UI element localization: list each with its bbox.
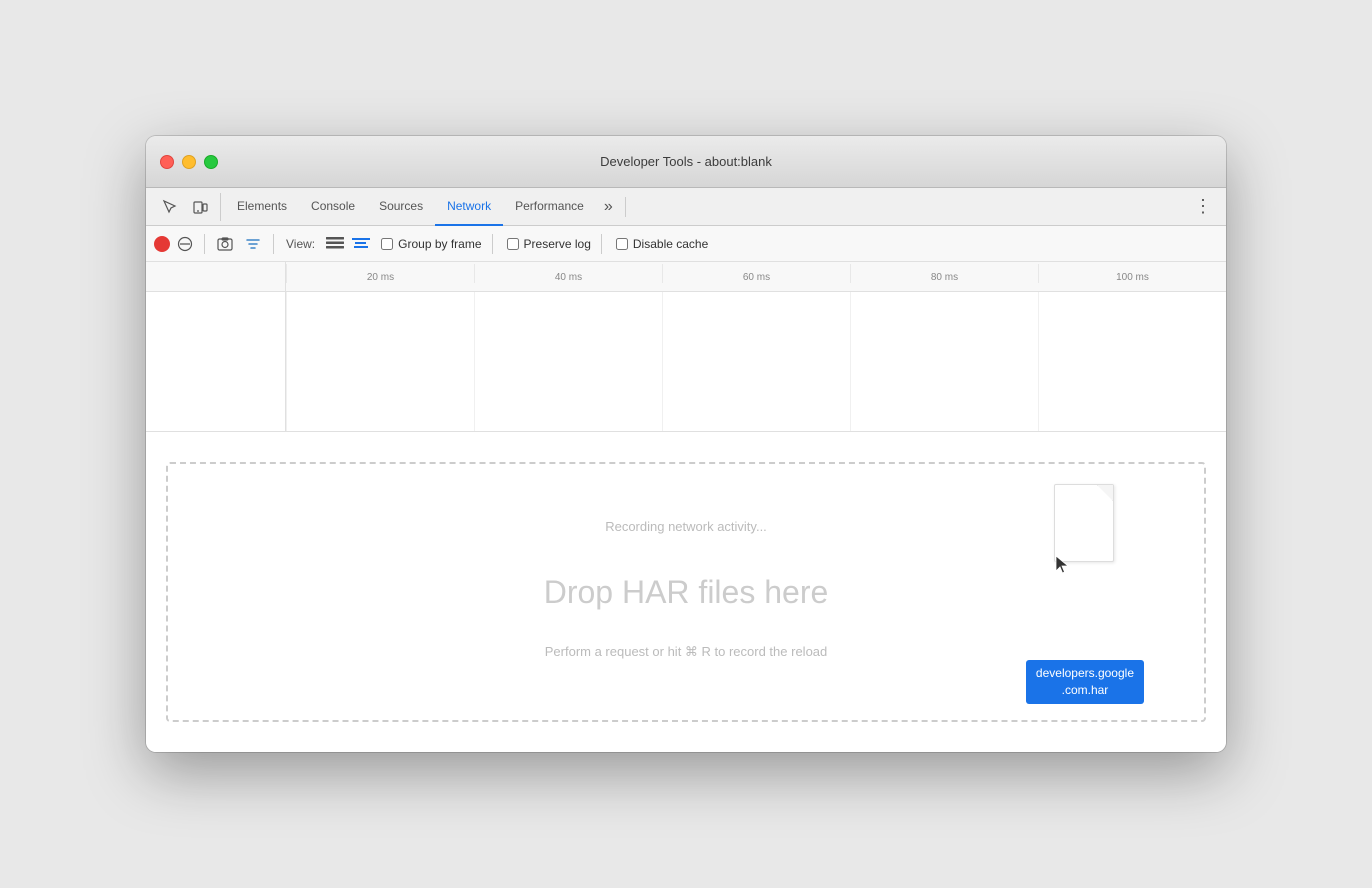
drop-area: Recording network activity... Drop HAR f… [146, 432, 1226, 752]
preserve-log-option[interactable]: Preserve log [507, 237, 591, 251]
tick-20ms: 20 ms [286, 264, 474, 283]
waterfall-view-button[interactable] [349, 232, 373, 256]
waterfall-col-5 [1038, 292, 1226, 431]
disable-cache-option[interactable]: Disable cache [616, 237, 708, 251]
tabs-overflow-button[interactable]: » [596, 198, 621, 216]
preserve-log-checkbox[interactable] [507, 238, 519, 250]
waterfall-grid [286, 292, 1226, 431]
device-toolbar-button[interactable] [186, 193, 214, 221]
group-by-frame-option[interactable]: Group by frame [381, 237, 481, 251]
view-toggle [323, 232, 373, 256]
tab-sources[interactable]: Sources [367, 188, 435, 226]
title-bar: Developer Tools - about:blank [146, 136, 1226, 188]
clear-button[interactable] [174, 233, 196, 255]
filter-button[interactable] [241, 232, 265, 256]
file-page [1054, 484, 1114, 562]
tab-performance[interactable]: Performance [503, 188, 596, 226]
network-toolbar: View: Group by frame [146, 226, 1226, 262]
timeline-header: 20 ms 40 ms 60 ms 80 ms 100 ms [146, 262, 1226, 292]
har-tooltip-line1: developers.google [1036, 665, 1134, 682]
timeline-left-spacer [146, 262, 286, 291]
har-drop-zone[interactable]: Recording network activity... Drop HAR f… [166, 462, 1206, 722]
waterfall-col-3 [662, 292, 850, 431]
devtools-more-button[interactable]: ⋮ [1184, 196, 1222, 217]
traffic-lights [160, 155, 218, 169]
toolbar-separator-4 [601, 234, 602, 254]
devtools-window: Developer Tools - about:blank Elements C… [146, 136, 1226, 752]
list-view-button[interactable] [323, 232, 347, 256]
group-by-frame-checkbox[interactable] [381, 238, 393, 250]
waterfall-left-col [146, 292, 286, 431]
toolbar-separator-1 [204, 234, 205, 254]
close-button[interactable] [160, 155, 174, 169]
inspect-element-button[interactable] [156, 193, 184, 221]
record-button[interactable] [154, 236, 170, 252]
drop-har-text: Drop HAR files here [544, 574, 829, 611]
tab-network[interactable]: Network [435, 188, 503, 226]
waterfall-col-1 [286, 292, 474, 431]
window-title: Developer Tools - about:blank [600, 154, 772, 169]
view-label: View: [286, 237, 315, 251]
waterfall-col-2 [474, 292, 662, 431]
har-file-icon [1054, 484, 1124, 574]
har-tooltip-line2: .com.har [1036, 682, 1134, 699]
tabs-separator [625, 197, 626, 217]
waterfall-col-4 [850, 292, 1038, 431]
camera-button[interactable] [213, 232, 237, 256]
disable-cache-checkbox[interactable] [616, 238, 628, 250]
tick-60ms: 60 ms [662, 264, 850, 283]
timeline-ticks: 20 ms 40 ms 60 ms 80 ms 100 ms [286, 264, 1226, 289]
record-hint-text: Perform a request or hit ⌘ R to record t… [545, 644, 828, 660]
minimize-button[interactable] [182, 155, 196, 169]
devtools-tab-bar: Elements Console Sources Network Perform… [146, 188, 1226, 226]
tab-console[interactable]: Console [299, 188, 367, 226]
toolbar-icon-group [150, 193, 221, 221]
file-corner [1097, 485, 1113, 501]
tab-elements[interactable]: Elements [225, 188, 299, 226]
recording-text: Recording network activity... [605, 519, 767, 534]
maximize-button[interactable] [204, 155, 218, 169]
waterfall-area [146, 292, 1226, 432]
toolbar-separator-2 [273, 234, 274, 254]
har-tooltip: developers.google .com.har [1026, 660, 1144, 704]
cursor-icon [1054, 554, 1072, 582]
toolbar-separator-3 [492, 234, 493, 254]
tick-40ms: 40 ms [474, 264, 662, 283]
tick-80ms: 80 ms [850, 264, 1038, 283]
tick-100ms: 100 ms [1038, 264, 1226, 283]
